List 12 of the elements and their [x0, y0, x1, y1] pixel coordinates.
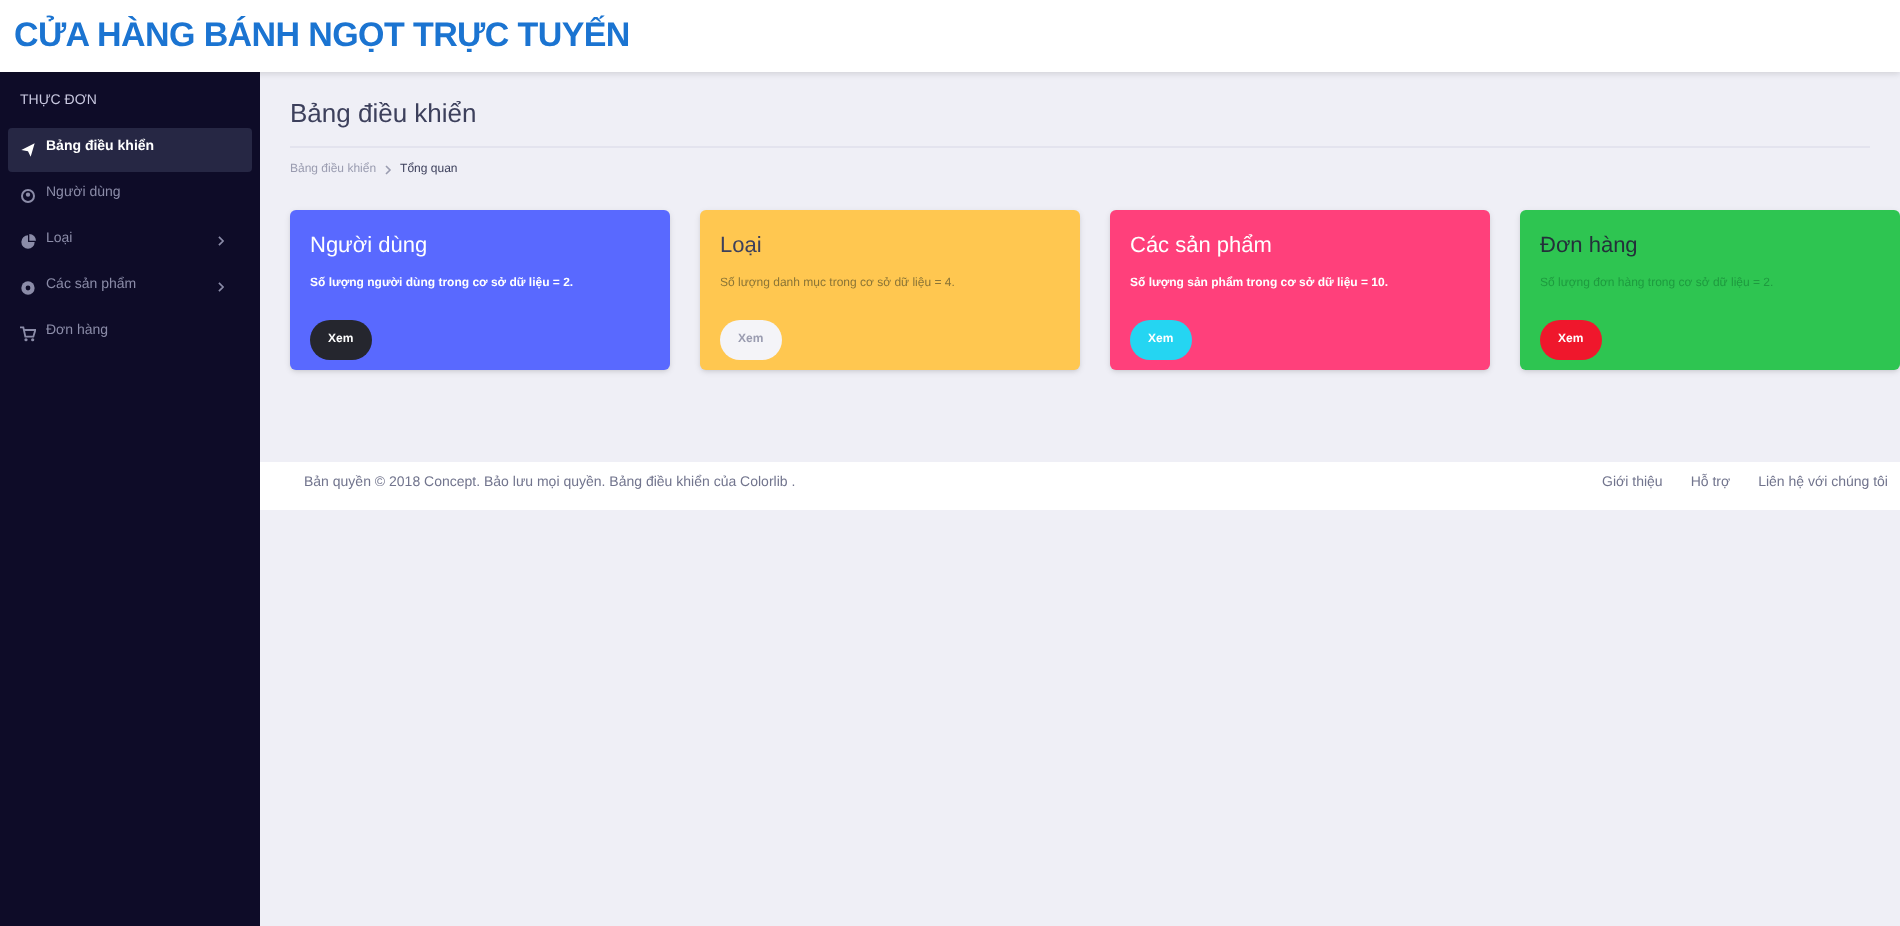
- card-title: Các sản phẩm: [1130, 231, 1274, 261]
- card-title: Loại: [720, 231, 764, 261]
- page-title: Bảng điều khiển: [290, 94, 1870, 147]
- paper-plane-icon: [20, 141, 36, 157]
- user-circle-icon: [20, 187, 36, 203]
- cart-icon: [20, 325, 36, 341]
- card-title: Người dùng: [310, 231, 430, 261]
- site-title[interactable]: CỬA HÀNG BÁNH NGỌT TRỰC TUYẾN: [14, 10, 630, 62]
- badge-icon: [20, 279, 36, 295]
- chevron-icon: [384, 164, 393, 176]
- card-title: Đơn hàng: [1540, 231, 1640, 261]
- pie-chart-icon: [20, 233, 36, 249]
